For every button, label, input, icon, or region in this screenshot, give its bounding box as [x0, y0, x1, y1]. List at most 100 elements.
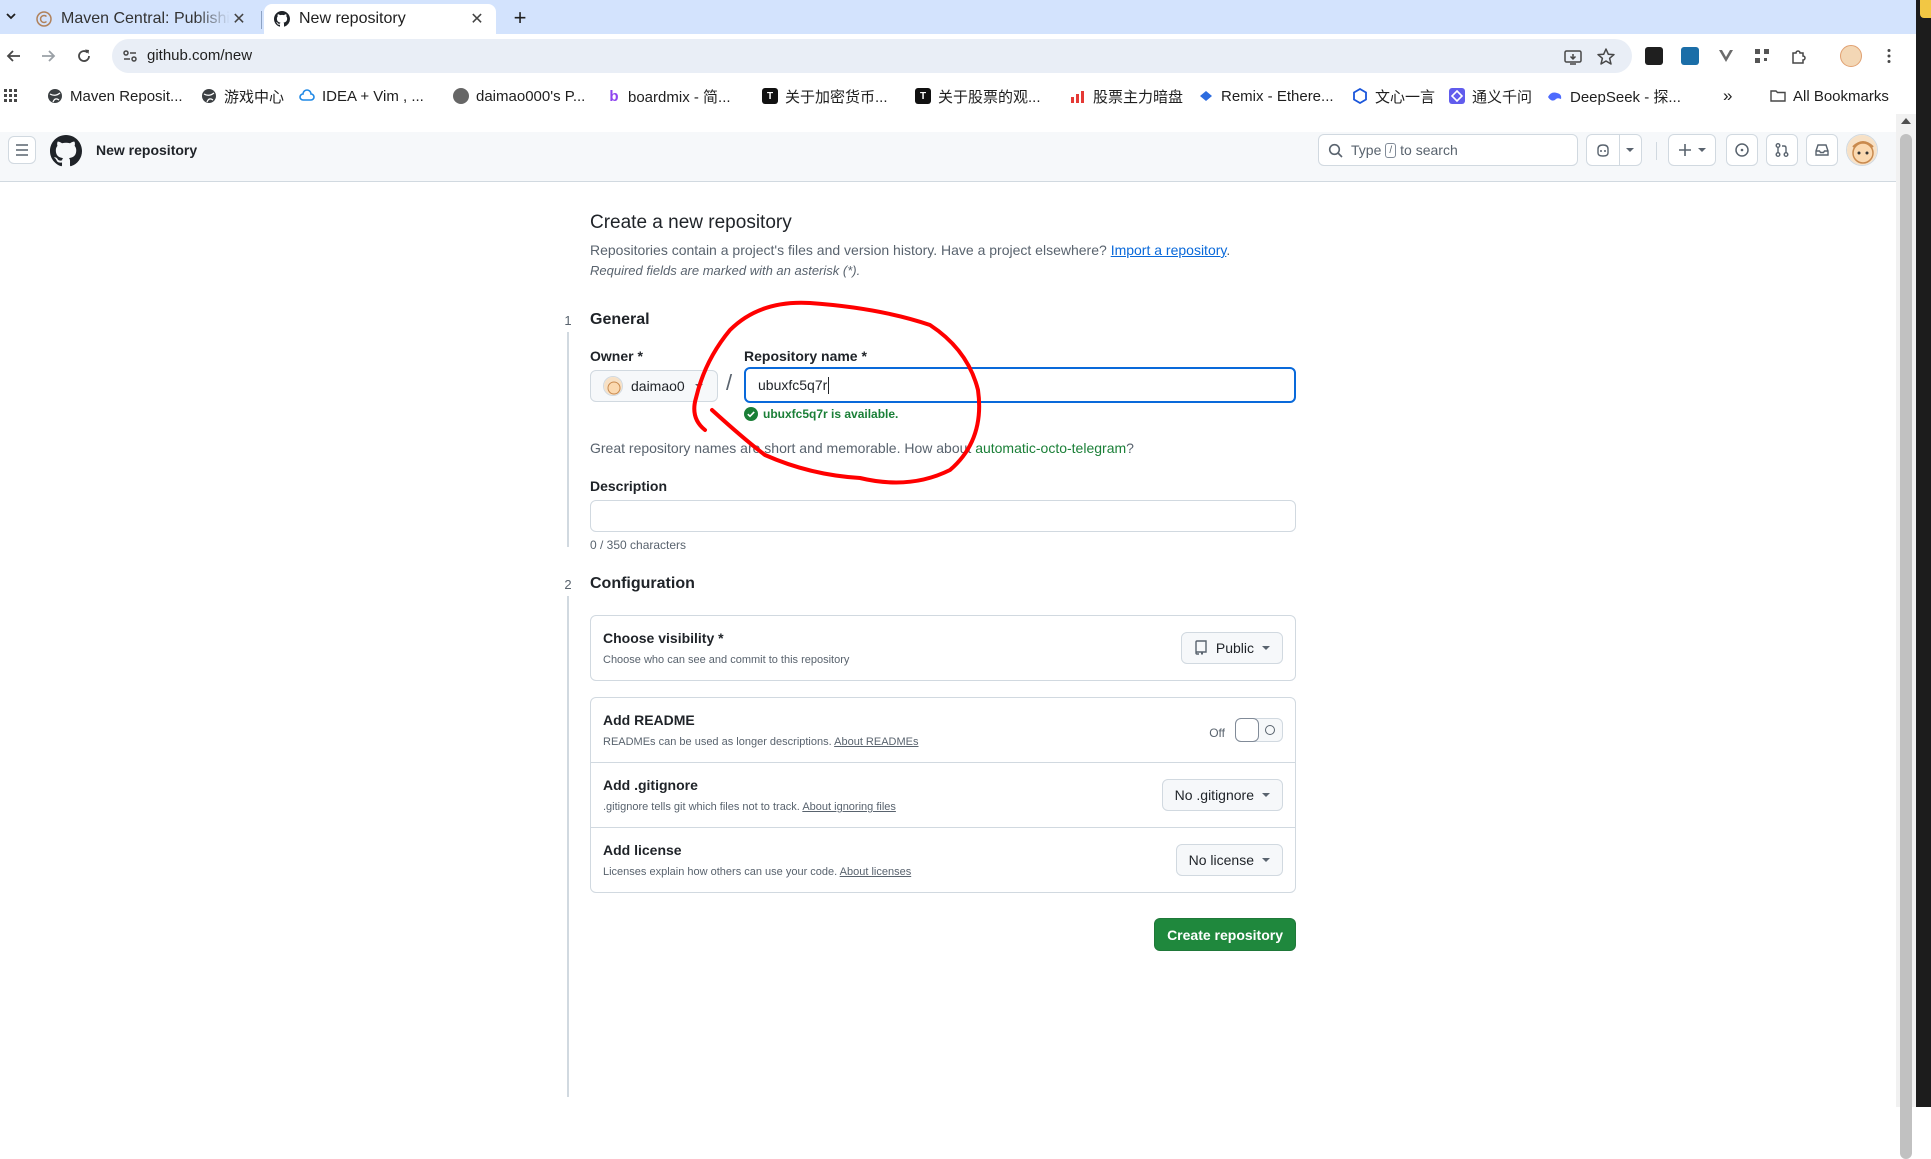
qr-extension-icon[interactable] [1753, 47, 1771, 65]
bookmark-item[interactable]: 股票主力暗盘 [1070, 86, 1183, 106]
license-row: Add license Licenses explain how others … [591, 828, 1295, 893]
header-divider [1656, 142, 1657, 160]
visibility-title: Choose visibility * [603, 630, 724, 646]
github-favicon-icon [274, 11, 290, 27]
chart-icon [1070, 88, 1086, 104]
bookmark-item[interactable]: 游戏中心 [201, 86, 284, 106]
bookmark-label: 关于加密货币... [785, 88, 888, 106]
tt-icon: T [915, 88, 931, 104]
bookmark-item[interactable]: T 关于股票的观... [915, 86, 1041, 106]
globe-icon [47, 88, 63, 104]
repository-name-input[interactable]: ubuxfc5q7r [744, 367, 1296, 403]
step-line [567, 585, 569, 1097]
license-desc-text: Licenses explain how others can use your… [603, 866, 838, 878]
reload-icon[interactable] [70, 42, 98, 70]
gitignore-title: Add .gitignore [603, 777, 698, 793]
bookmark-item[interactable]: DeepSeek - 探... [1547, 86, 1681, 106]
toggle-off-icon [1265, 725, 1275, 735]
vue-extension-icon[interactable] [1717, 47, 1735, 65]
bookmark-label: Remix - Ethere... [1221, 87, 1334, 105]
search-input[interactable]: Type / to search [1318, 134, 1578, 166]
remix-icon [1198, 88, 1214, 104]
suggestion-text: Great repository names are short and mem… [590, 440, 972, 456]
page-context-title: New repository [96, 142, 198, 158]
extensions-puzzle-icon[interactable] [1789, 47, 1807, 65]
inbox-button[interactable] [1806, 134, 1838, 166]
repository-options-card: Add README READMEs can be used as longer… [590, 697, 1296, 893]
description-label: Description [590, 478, 668, 494]
readme-description: READMEs can be used as longer descriptio… [603, 736, 919, 748]
bookmark-item[interactable]: daimao000's P... [453, 86, 585, 106]
maven-favicon-icon [36, 11, 52, 27]
copilot-button[interactable] [1586, 134, 1642, 166]
license-dropdown[interactable]: No license [1175, 844, 1283, 876]
issue-opened-icon [1735, 143, 1749, 157]
search-placeholder-suffix: to search [1400, 142, 1458, 158]
bookmark-label: 文心一言 [1375, 88, 1436, 106]
extension-icon[interactable] [1681, 47, 1699, 65]
new-tab-button[interactable]: + [507, 5, 533, 30]
readme-toggle[interactable] [1235, 718, 1283, 742]
visibility-dropdown[interactable]: Public [1180, 632, 1283, 664]
import-repository-link[interactable]: Import a repository [1111, 242, 1227, 258]
create-repository-button[interactable]: Create repository [1154, 918, 1296, 951]
bookmark-item[interactable]: Maven Reposit... [47, 86, 183, 106]
site-settings-icon[interactable] [121, 47, 139, 65]
chevron-down-icon [1262, 646, 1270, 650]
create-new-button[interactable] [1668, 134, 1716, 166]
bookmark-item[interactable]: T 关于加密货币... [762, 86, 888, 106]
profile-avatar[interactable] [1840, 45, 1862, 67]
tab-search-chevron-icon[interactable] [2, 5, 20, 27]
availability-text: ubuxfc5q7r is available. [763, 407, 899, 421]
owner-dropdown[interactable]: daimao0 [590, 370, 718, 402]
user-avatar[interactable] [1846, 134, 1878, 166]
install-app-icon[interactable] [1563, 47, 1583, 67]
back-arrow-icon[interactable] [0, 42, 28, 70]
github-logo-icon[interactable] [50, 135, 82, 167]
page-scrollbar[interactable] [1896, 114, 1916, 1159]
tab-new-repository[interactable]: New repository ✕ [264, 4, 496, 34]
step-number: 2 [556, 572, 580, 596]
bookmark-item[interactable]: Remix - Ethere... [1198, 86, 1334, 106]
about-licenses-link[interactable]: About licenses [840, 866, 912, 878]
bookmark-label: DeepSeek - 探... [1570, 88, 1681, 106]
chevron-down-icon [694, 384, 703, 388]
tab-close-icon[interactable]: ✕ [230, 10, 248, 28]
issues-button[interactable] [1726, 134, 1758, 166]
hamburger-menu-button[interactable] [8, 136, 36, 164]
owner-value: daimao0 [631, 378, 685, 394]
gitignore-dropdown[interactable]: No .gitignore [1161, 779, 1283, 811]
browser-menu-icon[interactable] [1880, 47, 1898, 65]
availability-message: ubuxfc5q7r is available. [744, 407, 898, 421]
bookmark-item[interactable]: 文心一言 [1352, 86, 1435, 106]
bookmark-item[interactable]: b boardmix - 简... [609, 86, 730, 106]
scroll-up-arrow-icon[interactable] [1901, 118, 1911, 124]
bookmark-item[interactable]: IDEA + Vim , ... [299, 86, 424, 106]
bookmark-star-icon[interactable] [1596, 47, 1616, 67]
forward-arrow-icon[interactable] [34, 42, 62, 70]
apps-grid-icon[interactable] [4, 86, 18, 106]
repository-name-value: ubuxfc5q7r [758, 377, 828, 393]
more-bookmarks-icon[interactable]: » [1723, 86, 1732, 106]
name-suggestion: Great repository names are short and mem… [590, 440, 1134, 456]
desktop-edge [1916, 0, 1931, 1107]
address-bar[interactable]: github.com/new [112, 39, 1632, 73]
gitignore-value: No .gitignore [1174, 787, 1254, 803]
all-bookmarks-folder[interactable]: All Bookmarks [1770, 86, 1889, 106]
description-input[interactable] [590, 500, 1296, 532]
bookmark-label: IDEA + Vim , ... [322, 87, 424, 105]
suggested-name-link[interactable]: automatic-octo-telegram [975, 440, 1126, 456]
visibility-value: Public [1215, 640, 1254, 656]
bookmark-item[interactable]: 通义千问 [1449, 86, 1532, 106]
extension-icon[interactable] [1645, 47, 1663, 65]
about-readmes-link[interactable]: About READMEs [834, 736, 918, 748]
pull-requests-button[interactable] [1766, 134, 1798, 166]
about-ignoring-files-link[interactable]: About ignoring files [802, 801, 896, 813]
tt-icon: T [762, 88, 778, 104]
tab-close-icon[interactable]: ✕ [468, 10, 486, 28]
gitignore-desc-text: .gitignore tells git which files not to … [603, 801, 800, 813]
scrollbar-thumb[interactable] [1900, 134, 1912, 1159]
chevron-down-icon [1262, 858, 1270, 862]
text-cursor [828, 376, 830, 394]
tab-maven-central[interactable]: Maven Central: Publishing ✕ [26, 4, 258, 34]
